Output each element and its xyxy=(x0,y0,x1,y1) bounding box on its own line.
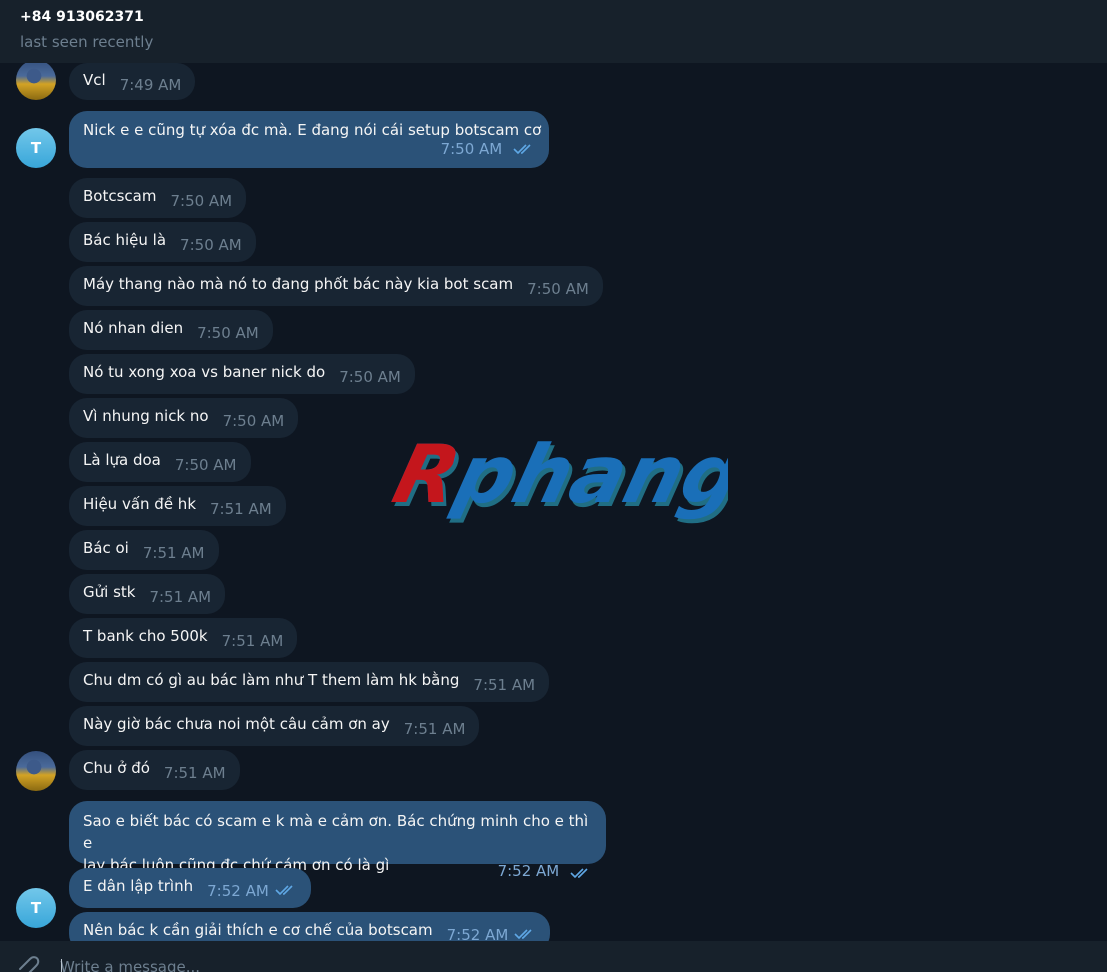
message-time: 7:52 AM xyxy=(207,882,269,900)
message-time: 7:50 AM xyxy=(527,280,589,298)
message-text: Vì nhung nick no xyxy=(83,407,209,425)
message-time: 7:50 AM xyxy=(170,192,233,210)
message-bubble[interactable]: Là lựa doa 7:50 AM xyxy=(69,442,251,482)
message-text: Nó tu xong xoa vs baner nick do xyxy=(83,363,326,381)
message-input[interactable] xyxy=(60,955,960,972)
contact-avatar[interactable] xyxy=(16,751,56,791)
message-text: Nó nhan dien xyxy=(83,319,184,337)
self-avatar[interactable]: T xyxy=(16,128,56,168)
message-bubble[interactable]: Bác hiệu là 7:50 AM xyxy=(69,222,256,262)
contact-name[interactable]: +84 913062371 xyxy=(20,7,1087,27)
message-text: T bank cho 500k xyxy=(83,627,208,645)
message-text: Botcscam xyxy=(83,187,157,205)
message-bubble[interactable]: Hiệu vấn đề hk 7:51 AM xyxy=(69,486,286,526)
message-bubble[interactable]: Bác oi 7:51 AM xyxy=(69,530,219,570)
message-bubble[interactable]: Nick e e cũng tự xóa đc mà. E đang nói c… xyxy=(69,111,549,168)
double-check-icon xyxy=(275,885,293,896)
self-avatar-initial: T xyxy=(30,139,42,157)
paperclip-icon[interactable] xyxy=(16,955,42,972)
message-time: 7:50 AM xyxy=(440,140,503,158)
message-bubble[interactable]: Nên bác k cần giải thích e cơ chế của bo… xyxy=(69,912,551,941)
message-bubble[interactable]: Gửi stk 7:51 AM xyxy=(69,574,226,614)
message-bubble[interactable]: E dân lập trình 7:52 AM xyxy=(69,868,311,908)
message-time: 7:51 AM xyxy=(163,764,226,782)
message-bubble[interactable]: Nó tu xong xoa vs baner nick do 7:50 AM xyxy=(69,354,415,394)
message-text: Hiệu vấn đề hk xyxy=(83,495,197,513)
message-text: Máy thang nào mà nó to đang phốt bác này… xyxy=(83,275,514,293)
message-text: Bác hiệu là xyxy=(83,231,167,249)
message-bubble[interactable]: Botcscam 7:50 AM xyxy=(69,178,247,218)
message-text: E dân lập trình xyxy=(83,877,194,895)
message-list[interactable]: T T Vcl 7:49 AM Nick e e cũng tự xóa đc m… xyxy=(0,63,1107,941)
message-bubble[interactable]: Nó nhan dien 7:50 AM xyxy=(69,310,273,350)
message-time: 7:51 AM xyxy=(221,632,284,650)
double-check-icon xyxy=(513,144,531,155)
message-text: Chu dm có gì au bác làm như T them làm h… xyxy=(83,671,460,689)
message-text: Là lựa doa xyxy=(83,451,161,469)
contact-status: last seen recently xyxy=(20,33,154,51)
message-time: 7:52 AM xyxy=(497,862,560,880)
message-composer[interactable] xyxy=(0,941,1107,972)
message-time: 7:51 AM xyxy=(473,676,536,694)
message-bubble[interactable]: Máy thang nào mà nó to đang phốt bác này… xyxy=(69,266,603,306)
chat-header[interactable]: +84 913062371 last seen recently xyxy=(0,0,1107,63)
message-bubble[interactable]: Sao e biết bác có scam e k mà e cảm ơn. … xyxy=(69,801,606,880)
message-text: Nên bác k cần giải thích e cơ chế của bo… xyxy=(83,921,433,939)
message-text: Này giờ bác chưa noi một câu cảm ơn ay xyxy=(83,715,390,733)
message-bubble[interactable]: Vcl 7:49 AM xyxy=(69,63,196,100)
message-time: 7:50 AM xyxy=(180,236,242,254)
message-text: Gửi stk xyxy=(83,583,136,601)
message-text: Bác oi xyxy=(83,539,129,557)
message-bubble[interactable]: Chu dm có gì au bác làm như T them làm h… xyxy=(69,662,550,702)
message-text: Vcl xyxy=(83,71,106,89)
text-caret xyxy=(61,959,62,972)
message-time: 7:51 AM xyxy=(149,588,212,606)
message-bubble[interactable]: Vì nhung nick no 7:50 AM xyxy=(69,398,299,438)
double-check-icon xyxy=(514,929,532,940)
message-time: 7:51 AM xyxy=(210,500,272,518)
message-time: 7:50 AM xyxy=(339,368,401,386)
message-time: 7:50 AM xyxy=(222,412,285,430)
message-text-line: Sao e biết bác có scam e k mà e cảm ơn. … xyxy=(83,812,589,852)
message-time: 7:51 AM xyxy=(403,720,466,738)
double-check-icon xyxy=(570,868,588,879)
contact-avatar[interactable] xyxy=(16,63,56,100)
message-bubble[interactable]: Chu ở đó 7:51 AM xyxy=(69,750,240,790)
self-avatar-initial: T xyxy=(30,899,42,917)
message-text: Chu ở đó xyxy=(83,759,150,777)
message-time: 7:51 AM xyxy=(142,544,205,562)
self-avatar[interactable]: T xyxy=(16,888,56,928)
message-bubble[interactable]: Này giờ bác chưa noi một câu cảm ơn ay 7:… xyxy=(69,706,480,746)
message-time: 7:49 AM xyxy=(119,76,182,94)
message-time: 7:52 AM xyxy=(446,926,509,941)
message-bubble[interactable]: T bank cho 500k 7:51 AM xyxy=(69,618,298,658)
message-time: 7:50 AM xyxy=(197,324,259,342)
message-time: 7:50 AM xyxy=(174,456,237,474)
